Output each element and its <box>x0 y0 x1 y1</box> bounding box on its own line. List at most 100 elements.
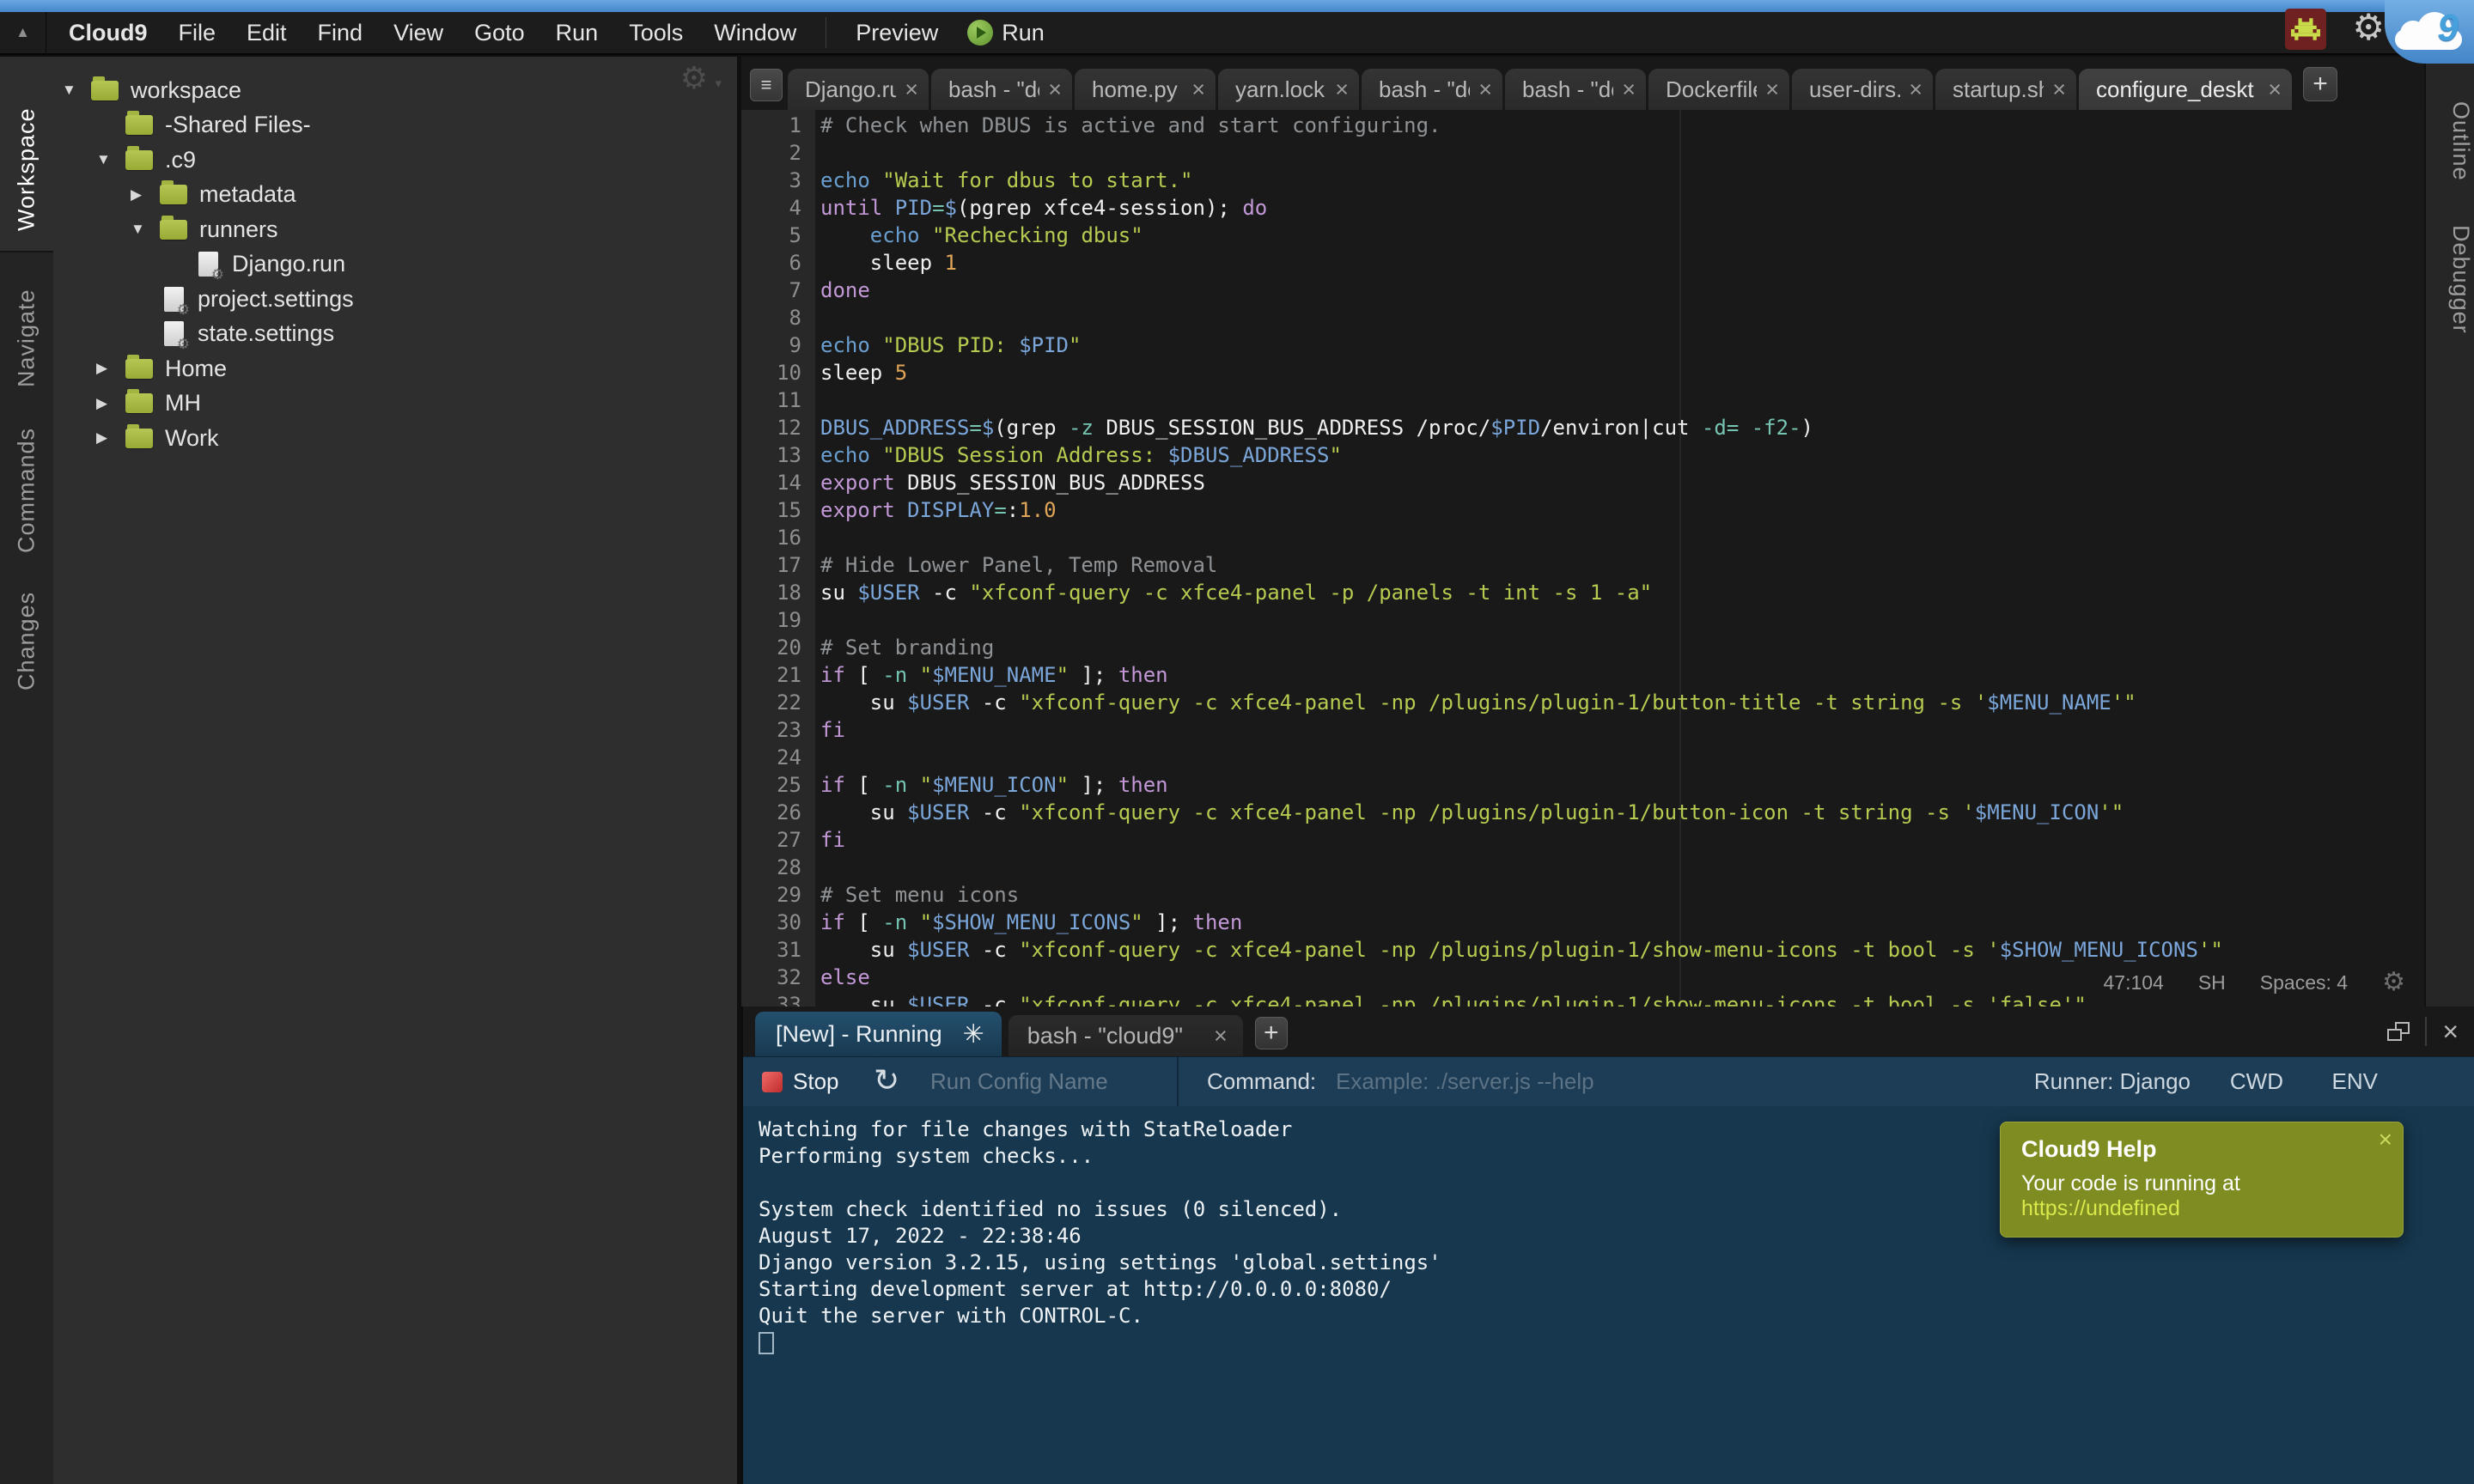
code-line: echo "Wait for dbus to start." <box>815 167 2424 194</box>
editor-tab-label: bash - "de <box>948 76 1039 103</box>
sidebar-tab-commands[interactable]: Commands <box>0 417 53 563</box>
syntax-mode[interactable]: SH <box>2198 969 2226 996</box>
sidebar-tab-changes[interactable]: Changes <box>0 572 53 709</box>
code-line: export DISPLAY=:1.0 <box>815 496 2424 524</box>
workspace-file-tree-panel: ⚙ ▾ ▼workspace-Shared Files-▼.c9▶metadat… <box>53 57 737 1484</box>
tree-item-home[interactable]: ▶Home <box>53 351 737 386</box>
bug-report-button[interactable] <box>2285 9 2326 50</box>
play-icon <box>967 20 993 46</box>
menu-item-cloud9[interactable]: Cloud9 <box>53 12 163 53</box>
console-window-controls: × <box>2387 1017 2459 1046</box>
settings-gear-icon[interactable]: ⚙ <box>2352 7 2385 48</box>
menu-item-window[interactable]: Window <box>698 12 812 53</box>
editor-tab-yarn-lock[interactable]: yarn.lock× <box>1218 69 1359 110</box>
cloud9-logo-icon[interactable]: 9 <box>2395 10 2464 50</box>
tree-item-work[interactable]: ▶Work <box>53 421 737 456</box>
env-button[interactable]: ENV <box>2332 1057 2378 1106</box>
indent-setting[interactable]: Spaces: 4 <box>2260 969 2348 996</box>
line-number: 32 <box>741 964 815 991</box>
close-tab-icon[interactable]: × <box>1909 76 1923 103</box>
tree-item-django-run[interactable]: Django.run <box>53 247 737 283</box>
restart-icon[interactable]: ↻ <box>874 1062 899 1098</box>
console-tab-new-running[interactable]: [New] - Running✳ <box>755 1012 1002 1056</box>
editor-tab-bash-de[interactable]: bash - "de× <box>1362 69 1502 110</box>
new-editor-tab-button[interactable]: + <box>2303 67 2337 101</box>
help-popup-link[interactable]: https://undefined <box>2021 1196 2180 1220</box>
tree-item-state-settings[interactable]: state.settings <box>53 317 737 352</box>
chevron-expanded-icon[interactable]: ▼ <box>62 82 91 99</box>
tree-item-c9[interactable]: ▼.c9 <box>53 143 737 178</box>
line-number-gutter[interactable]: 1234567891011121314151617181920212223242… <box>741 110 815 1007</box>
tree-item-runners[interactable]: ▼runners <box>53 212 737 247</box>
menu-item-file[interactable]: File <box>163 12 232 53</box>
runner-selector[interactable]: Runner: Django <box>2034 1057 2191 1106</box>
cwd-button[interactable]: CWD <box>2230 1057 2283 1106</box>
chevron-expanded-icon[interactable]: ▼ <box>96 151 125 168</box>
console-panel: [New] - Running✳bash - "cloud9"× + × Sto… <box>741 1007 2474 1484</box>
stop-button[interactable]: Stop <box>762 1057 839 1106</box>
close-tab-icon[interactable]: × <box>1048 76 1062 103</box>
console-tab-bash-cloud9[interactable]: bash - "cloud9"× <box>1008 1015 1243 1056</box>
editor-tab-label: bash - "de <box>1522 76 1613 103</box>
code-editor[interactable]: 1234567891011121314151617181920212223242… <box>741 110 2424 1007</box>
line-number: 20 <box>741 634 815 661</box>
sidebar-tab-workspace[interactable]: Workspace <box>0 88 53 251</box>
menu-item-view[interactable]: View <box>378 12 459 53</box>
line-number: 18 <box>741 579 815 606</box>
command-input[interactable]: Example: ./server.js --help <box>1336 1057 1594 1106</box>
editor-tab-bash-de[interactable]: bash - "de × <box>1505 69 1646 110</box>
menu-item-find[interactable]: Find <box>302 12 379 53</box>
code-line: sleep 5 <box>815 359 2424 386</box>
editor-tab-configure-deskt[interactable]: configure_deskt× <box>2079 69 2292 110</box>
preview-button[interactable]: Preview <box>840 12 954 53</box>
code-line <box>815 304 2424 331</box>
close-tab-icon[interactable]: × <box>2052 76 2066 103</box>
maximize-console-icon[interactable] <box>2387 1022 2410 1041</box>
chevron-collapsed-icon[interactable]: ▶ <box>96 429 125 447</box>
close-tab-icon[interactable]: × <box>1765 76 1779 103</box>
help-popup-close-icon[interactable]: × <box>2379 1126 2392 1153</box>
editor-tab-label: Dockerfile <box>1666 76 1757 103</box>
editor-tab-bash-de[interactable]: bash - "de × <box>931 69 1072 110</box>
cloud9-help-popup: × Cloud9 Help Your code is running at ht… <box>2000 1122 2404 1238</box>
new-console-tab-button[interactable]: + <box>1255 1017 1288 1049</box>
run-button[interactable]: Run <box>954 12 1058 53</box>
menu-items: Cloud9FileEditFindViewGotoRunToolsWindow <box>46 12 812 53</box>
menu-item-goto[interactable]: Goto <box>459 12 540 53</box>
folder-icon <box>125 429 153 448</box>
run-config-name-input[interactable]: Run Config Name <box>930 1057 1108 1106</box>
tab-list-icon[interactable]: ≡ <box>750 69 783 101</box>
editor-tab-django-ru[interactable]: Django.ru× <box>788 69 929 110</box>
sidebar-tab-debugger[interactable]: Debugger <box>2426 225 2474 334</box>
cursor-position[interactable]: 47:104 <box>2103 969 2163 996</box>
editor-tab-dockerfile[interactable]: Dockerfile × <box>1648 69 1789 110</box>
editor-tab-home-py[interactable]: home.py× <box>1075 69 1216 110</box>
tree-item-workspace[interactable]: ▼workspace <box>53 73 737 108</box>
tree-item-mh[interactable]: ▶MH <box>53 386 737 422</box>
run-config-bar: Stop ↻ Run Config Name Command: Example:… <box>743 1056 2474 1106</box>
chevron-collapsed-icon[interactable]: ▶ <box>96 360 125 377</box>
close-tab-icon[interactable]: × <box>2268 76 2282 103</box>
close-tab-icon[interactable]: × <box>1214 1023 1228 1049</box>
menu-item-tools[interactable]: Tools <box>613 12 698 53</box>
tree-item-project-settings[interactable]: project.settings <box>53 282 737 317</box>
close-tab-icon[interactable]: × <box>1191 76 1205 103</box>
close-tab-icon[interactable]: × <box>1478 76 1492 103</box>
sidebar-tab-navigate[interactable]: Navigate <box>0 270 53 407</box>
close-tab-icon[interactable]: × <box>905 76 918 103</box>
menu-item-edit[interactable]: Edit <box>231 12 302 53</box>
chevron-collapsed-icon[interactable]: ▶ <box>131 186 160 204</box>
editor-tab-user-dirs[interactable]: user-dirs.× <box>1792 69 1933 110</box>
editor-settings-gear-icon[interactable]: ⚙ <box>2382 969 2405 996</box>
chevron-collapsed-icon[interactable]: ▶ <box>96 395 125 412</box>
collapse-menu-button[interactable]: ▲ <box>0 12 46 53</box>
close-tab-icon[interactable]: × <box>1622 76 1636 103</box>
close-console-icon[interactable]: × <box>2442 1018 2459 1045</box>
editor-tab-startup-sh[interactable]: startup.sh× <box>1935 69 2076 110</box>
tree-item-shared-files[interactable]: -Shared Files- <box>53 108 737 143</box>
tree-item-metadata[interactable]: ▶metadata <box>53 178 737 213</box>
close-tab-icon[interactable]: × <box>1335 76 1349 103</box>
sidebar-tab-outline[interactable]: Outline <box>2426 101 2474 181</box>
menu-item-run[interactable]: Run <box>540 12 614 53</box>
chevron-expanded-icon[interactable]: ▼ <box>131 221 160 238</box>
